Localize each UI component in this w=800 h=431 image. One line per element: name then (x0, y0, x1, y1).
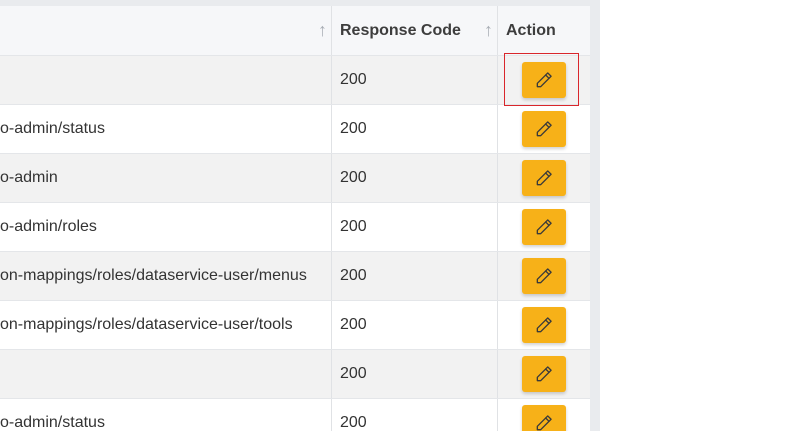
pencil-icon (536, 170, 552, 186)
action-cell (498, 301, 590, 349)
edit-button[interactable] (522, 307, 566, 343)
action-cell (498, 105, 590, 153)
pencil-icon (536, 121, 552, 137)
pencil-icon (536, 366, 552, 382)
endpoints-table: ↑ Response Code ↑ Action 200 o-admin/stat… (0, 6, 590, 431)
edit-button[interactable] (522, 160, 566, 196)
stage: ↑ Response Code ↑ Action 200 o-admin/stat… (0, 0, 800, 431)
table-row: 200 (0, 56, 590, 105)
action-cell (498, 154, 590, 202)
table-row: o-admin/status 200 (0, 399, 590, 431)
path-cell: on-mappings/roles/dataservice-user/tools (0, 301, 332, 349)
edit-button[interactable] (522, 356, 566, 392)
pencil-icon (536, 268, 552, 284)
table-row: on-mappings/roles/dataservice-user/tools… (0, 301, 590, 350)
path-cell: o-admin/status (0, 105, 332, 153)
response-code-cell: 200 (332, 105, 498, 153)
response-code-cell: 200 (332, 56, 498, 104)
path-cell (0, 350, 332, 398)
pencil-icon (536, 415, 552, 431)
table-row: o-admin 200 (0, 154, 590, 203)
table-body: 200 o-admin/status 200 o-admin 200 o-admin/ro… (0, 56, 590, 431)
action-cell (498, 203, 590, 251)
response-code-cell: 200 (332, 252, 498, 300)
edit-button[interactable] (522, 258, 566, 294)
action-cell (498, 252, 590, 300)
path-cell: o-admin (0, 154, 332, 202)
action-cell (498, 399, 590, 431)
table-row: 200 (0, 350, 590, 399)
column-header-action-label: Action (506, 21, 556, 39)
path-cell: o-admin/status (0, 399, 332, 431)
table-row: on-mappings/roles/dataservice-user/menus… (0, 252, 590, 301)
edit-button[interactable] (522, 405, 566, 431)
path-cell: o-admin/roles (0, 203, 332, 251)
pencil-icon (536, 219, 552, 235)
action-cell (498, 56, 590, 104)
sort-arrow-icon[interactable]: ↑ (484, 20, 493, 41)
edit-button[interactable] (522, 111, 566, 147)
edit-button[interactable] (522, 209, 566, 245)
action-cell (498, 350, 590, 398)
path-cell (0, 56, 332, 104)
table-header: ↑ Response Code ↑ Action (0, 6, 590, 56)
pencil-icon (536, 317, 552, 333)
column-header-action: Action (498, 6, 590, 55)
response-code-cell: 200 (332, 350, 498, 398)
response-code-cell: 200 (332, 399, 498, 431)
table-panel: ↑ Response Code ↑ Action 200 o-admin/stat… (0, 0, 600, 431)
response-code-cell: 200 (332, 154, 498, 202)
column-header-response-code-label: Response Code (340, 21, 461, 39)
table-row: o-admin/status 200 (0, 105, 590, 154)
edit-button[interactable] (522, 62, 566, 98)
column-header-path[interactable]: ↑ (0, 6, 332, 55)
sort-arrow-icon[interactable]: ↑ (318, 20, 327, 41)
response-code-cell: 200 (332, 203, 498, 251)
column-header-response-code[interactable]: Response Code ↑ (332, 6, 498, 55)
path-cell: on-mappings/roles/dataservice-user/menus (0, 252, 332, 300)
pencil-icon (536, 72, 552, 88)
response-code-cell: 200 (332, 301, 498, 349)
table-row: o-admin/roles 200 (0, 203, 590, 252)
